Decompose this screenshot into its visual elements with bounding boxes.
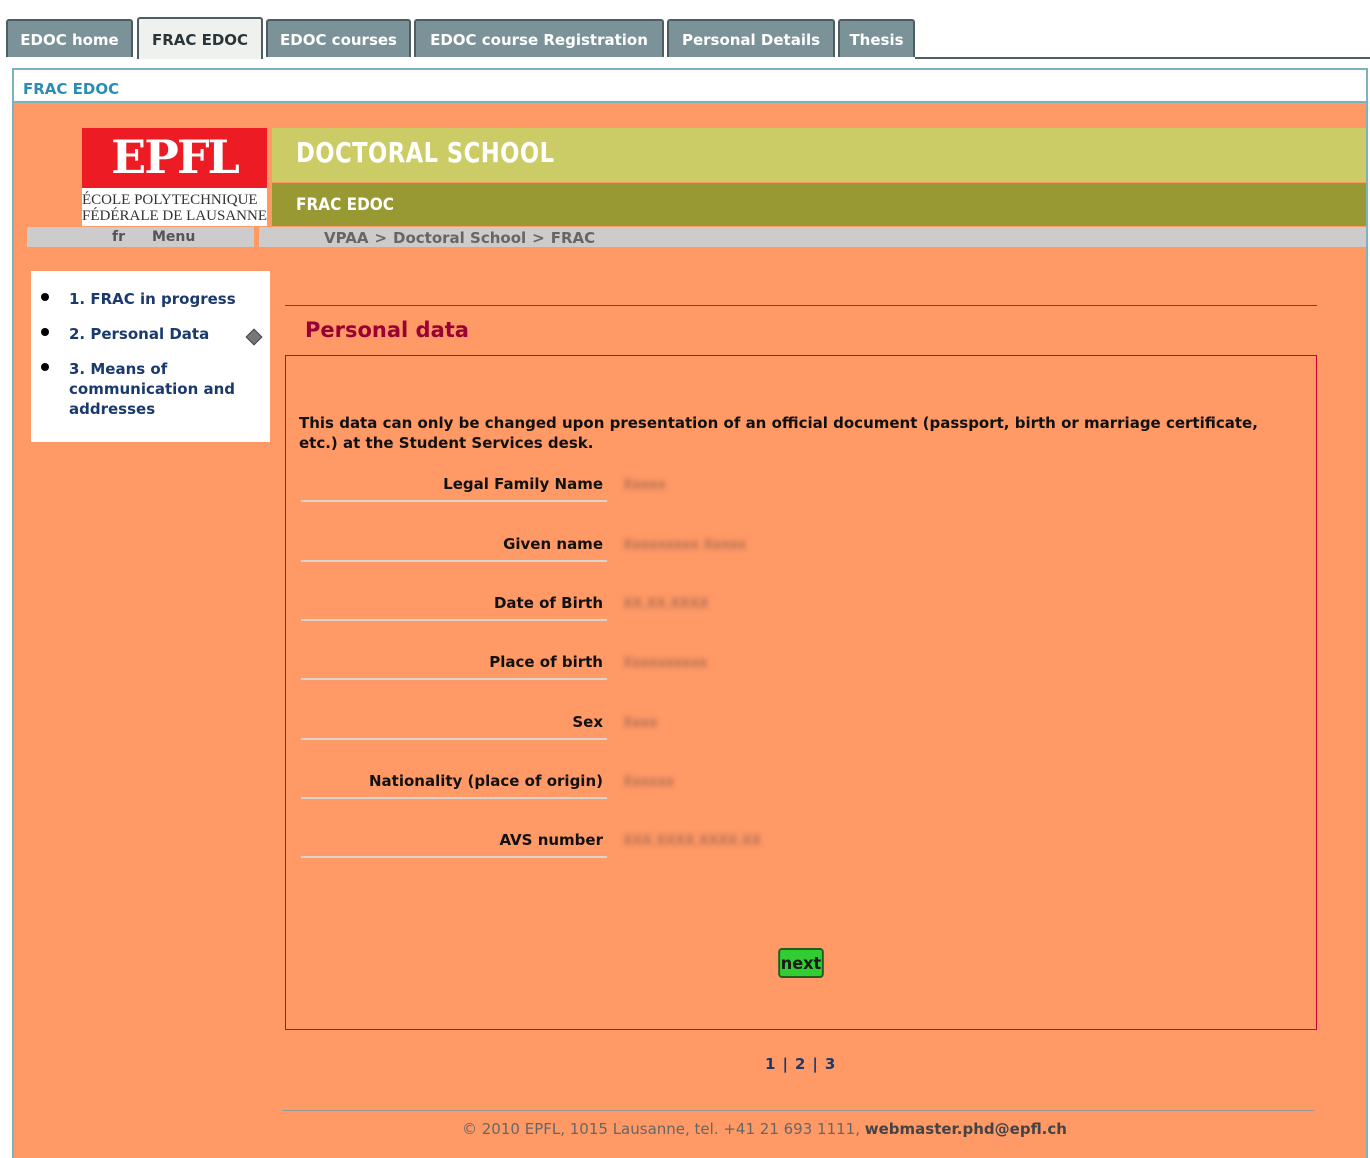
field-label: Nationality (place of origin): [368, 772, 603, 790]
tab-frac-edoc[interactable]: FRAC EDOC: [137, 17, 263, 59]
notice-text: This data can only be changed upon prese…: [299, 414, 1258, 452]
field-label: Place of birth: [489, 653, 603, 671]
epfl-logo[interactable]: EPFL: [82, 128, 267, 188]
field-underline: [301, 797, 607, 799]
breadcrumb: VPAA > Doctoral School > FRAC: [324, 229, 595, 247]
personal-data-box: This data can only be changed upon prese…: [285, 355, 1317, 1030]
breadcrumb-bar: [27, 227, 1366, 247]
field-avs-number: AVS number: [301, 826, 607, 885]
page-title: Personal data: [305, 318, 469, 342]
page-link-1[interactable]: 1: [765, 1055, 775, 1073]
field-value-given-name: Xxxxxxxxx Xxxxx: [623, 537, 747, 553]
epfl-logo-text-block: ÉCOLE POLYTECHNIQUE FÉDÉRALE DE LAUSANNE: [82, 188, 267, 226]
content-divider: [285, 305, 1317, 306]
tab-baseline: [915, 57, 1370, 59]
page-navigation: 1 | 2 | 3: [765, 1055, 835, 1073]
breadcrumb-frac[interactable]: FRAC: [551, 229, 595, 247]
side-navigation: 1. FRAC in progress 2. Personal Data 3. …: [31, 271, 270, 442]
field-underline: [301, 678, 607, 680]
field-date-of-birth: Date of Birth: [301, 589, 607, 648]
field-underline: [301, 738, 607, 740]
field-value-date-of-birth: XX.XX.XXXX: [623, 596, 709, 612]
menu-link[interactable]: Menu: [152, 229, 195, 245]
field-label: Given name: [503, 535, 603, 553]
pager-separator: |: [782, 1055, 788, 1073]
footer-text: © 2010 EPFL, 1015 Lausanne, tel. +41 21 …: [462, 1120, 865, 1138]
breadcrumb-vpaa[interactable]: VPAA: [324, 229, 368, 247]
tab-thesis[interactable]: Thesis: [838, 19, 915, 57]
language-link-fr[interactable]: fr: [112, 229, 125, 245]
webmaster-email-link[interactable]: webmaster.phd@epfl.ch: [865, 1120, 1067, 1138]
field-nationality: Nationality (place of origin): [301, 767, 607, 826]
school-title: DOCTORAL SCHOOL: [296, 136, 555, 169]
page-link-2[interactable]: 2: [795, 1055, 805, 1073]
footer-divider: [282, 1110, 1314, 1111]
bullet-icon: [41, 293, 49, 301]
sidenav-item-personal-data[interactable]: 2. Personal Data: [69, 324, 249, 344]
field-value-avs-number: XXX.XXXX.XXXX.XX: [623, 833, 762, 849]
field-underline: [301, 619, 607, 621]
tab-edoc-course-registration[interactable]: EDOC course Registration: [414, 19, 664, 57]
field-label: Legal Family Name: [443, 475, 603, 493]
bullet-icon: [41, 328, 49, 336]
field-value-place-of-birth: Xxxxxxxxxx: [623, 655, 708, 671]
field-value-nationality: Xxxxxx: [623, 774, 675, 790]
breadcrumb-separator: >: [532, 229, 545, 247]
subtitle-band: FRAC EDOC: [272, 183, 1366, 226]
subtitle: FRAC EDOC: [296, 195, 395, 215]
field-place-of-birth: Place of birth: [301, 648, 607, 707]
logo-line-1: ÉCOLE POLYTECHNIQUE: [82, 192, 258, 208]
doctoral-school-band: DOCTORAL SCHOOL: [272, 128, 1366, 182]
field-underline: [301, 856, 607, 858]
frame-title: FRAC EDOC: [14, 70, 1366, 103]
breadcrumb-separator: >: [374, 229, 388, 247]
tab-edoc-home[interactable]: EDOC home: [6, 19, 133, 57]
field-label: Date of Birth: [493, 594, 603, 612]
field-underline: [301, 500, 607, 502]
pager-separator: |: [812, 1055, 818, 1073]
top-tab-bar: EDOC home FRAC EDOC EDOC courses EDOC co…: [0, 0, 1370, 59]
field-sex: Sex: [301, 708, 607, 767]
next-button[interactable]: next: [778, 948, 824, 978]
footer: © 2010 EPFL, 1015 Lausanne, tel. +41 21 …: [462, 1120, 1067, 1138]
page-link-3[interactable]: 3: [825, 1055, 835, 1073]
field-given-name: Given name: [301, 530, 607, 589]
field-label: AVS number: [499, 831, 603, 849]
tab-edoc-courses[interactable]: EDOC courses: [266, 19, 411, 57]
field-value-sex: Xxxx: [623, 715, 658, 731]
breadcrumb-gap: [254, 227, 259, 247]
epfl-logo-mark: EPFL: [111, 130, 240, 184]
field-value-legal-family-name: Xxxxx: [623, 477, 666, 493]
breadcrumb-doctoral-school[interactable]: Doctoral School: [393, 229, 526, 247]
tab-personal-details[interactable]: Personal Details: [667, 19, 835, 57]
epfl-logo-text: ÉCOLE POLYTECHNIQUE FÉDÉRALE DE LAUSANNE: [82, 188, 267, 224]
bullet-icon: [41, 363, 49, 371]
field-label: Sex: [572, 713, 603, 731]
sidenav-item-frac-in-progress[interactable]: 1. FRAC in progress: [69, 289, 249, 309]
field-underline: [301, 560, 607, 562]
logo-line-2: FÉDÉRALE DE LAUSANNE: [82, 208, 267, 224]
content-frame: FRAC EDOC EPFL ÉCOLE POLYTECHNIQUE FÉDÉRA…: [12, 68, 1368, 1158]
field-legal-family-name: Legal Family Name: [301, 470, 607, 529]
sidenav-item-means-of-communication[interactable]: 3. Means of communication and addresses: [69, 359, 254, 419]
